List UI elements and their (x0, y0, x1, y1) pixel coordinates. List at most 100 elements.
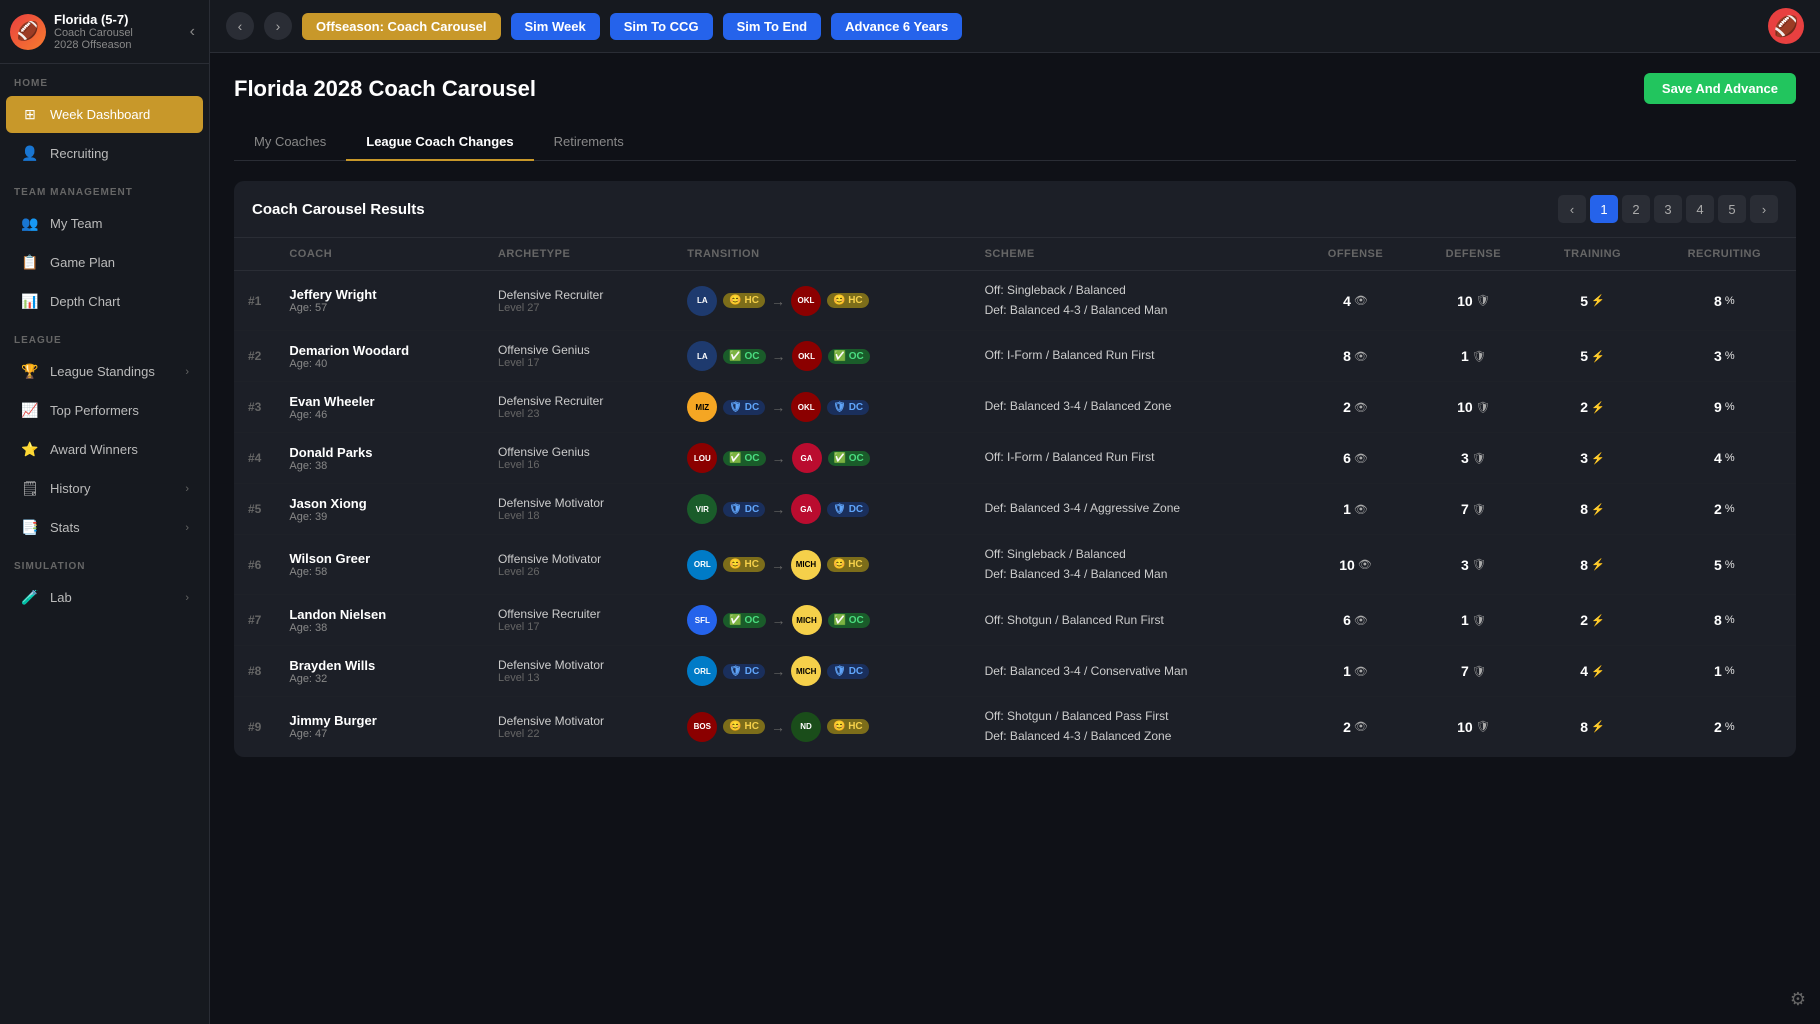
coach-name-cell: Landon Nielsen Age: 38 (275, 595, 484, 646)
to-team-badge: OKL (791, 392, 821, 422)
team-name: Florida (5-7) (54, 12, 186, 27)
table-row[interactable]: #9 Jimmy Burger Age: 47 Defensive Motiva… (234, 697, 1796, 757)
pagination-page-3[interactable]: 3 (1654, 195, 1682, 223)
sidebar-item-label: History (50, 481, 185, 496)
arrow-icon: → (771, 719, 785, 735)
table-row[interactable]: #7 Landon Nielsen Age: 38 Offensive Recr… (234, 595, 1796, 646)
offense-cell: 1 👁 (1297, 646, 1415, 697)
offense-rating: 4 (1343, 293, 1351, 309)
row-number: #4 (234, 433, 275, 484)
sidebar-header: 🏈 Florida (5-7) Coach Carousel 2028 Offs… (0, 0, 209, 64)
sidebar-item-top-performers[interactable]: 📈 Top Performers (6, 392, 203, 429)
sidebar-item-award-winners[interactable]: ⭐ Award Winners (6, 431, 203, 468)
chevron-right-icon: › (185, 483, 189, 495)
shield-icon: 🛡 (1476, 720, 1490, 733)
coach-name: Jeffery Wright (289, 287, 470, 302)
defense-cell: 7 🛡 (1414, 484, 1532, 535)
to-role-badge: 😊 HC (827, 557, 869, 572)
shield-icon: 🛡 (1472, 503, 1486, 516)
tab-retirements[interactable]: Retirements (534, 124, 644, 161)
scheme-cell: Off: Shotgun / Balanced Run First (971, 595, 1297, 646)
save-advance-button[interactable]: Save And Advance (1644, 73, 1796, 104)
defense-cell: 10 🛡 (1414, 271, 1532, 331)
from-role-badge: ✅ OC (723, 451, 765, 466)
training-cell: 5 ⚡ (1532, 331, 1652, 382)
archetype-level: Level 26 (498, 566, 659, 578)
sidebar-item-league-standings[interactable]: 🏆 League Standings › (6, 353, 203, 390)
coach-table: Coach Archetype Transition Scheme Offens… (234, 238, 1796, 757)
section-sim-label: SIMULATION (0, 547, 209, 578)
recruiting-cell: 1 % (1653, 646, 1796, 697)
nav-forward-button[interactable]: › (264, 12, 292, 40)
training-rating: 2 (1580, 399, 1588, 415)
tab-league-coach-changes[interactable]: League Coach Changes (346, 124, 533, 161)
pagination-next[interactable]: › (1750, 195, 1778, 223)
table-row[interactable]: #8 Brayden Wills Age: 32 Defensive Motiv… (234, 646, 1796, 697)
sim-week-button[interactable]: Sim Week (511, 13, 600, 40)
archetype-cell: Offensive Genius Level 16 (484, 433, 673, 484)
season-mode-button[interactable]: Offseason: Coach Carousel (302, 13, 501, 40)
coach-name: Donald Parks (289, 445, 470, 460)
row-number: #6 (234, 535, 275, 595)
scheme-cell: Def: Balanced 3-4 / Balanced Zone (971, 382, 1297, 433)
from-team-badge: ORL (687, 656, 717, 686)
scheme-cell: Off: Singleback / BalancedDef: Balanced … (971, 271, 1297, 331)
bolt-icon: ⚡ (1591, 350, 1605, 363)
table-row[interactable]: #5 Jason Xiong Age: 39 Defensive Motivat… (234, 484, 1796, 535)
sidebar-item-lab[interactable]: 🧪 Lab › (6, 579, 203, 616)
table-row[interactable]: #2 Demarion Woodard Age: 40 Offensive Ge… (234, 331, 1796, 382)
sidebar-item-week-dashboard[interactable]: ⊞ Week Dashboard (6, 96, 203, 133)
bolt-icon: ⚡ (1591, 452, 1605, 465)
sidebar-collapse-button[interactable]: ‹ (186, 19, 199, 45)
percent-icon: % (1725, 614, 1735, 626)
percent-icon: % (1725, 350, 1735, 362)
recruiting-cell: 2 % (1653, 697, 1796, 757)
pagination-page-2[interactable]: 2 (1622, 195, 1650, 223)
col-archetype: Archetype (484, 238, 673, 271)
sidebar-item-label: My Team (50, 216, 189, 231)
sidebar-item-stats[interactable]: 📑 Stats › (6, 509, 203, 546)
defense-cell: 1 🛡 (1414, 595, 1532, 646)
pagination-prev[interactable]: ‹ (1558, 195, 1586, 223)
pagination-page-5[interactable]: 5 (1718, 195, 1746, 223)
sidebar-item-my-team[interactable]: 👥 My Team (6, 205, 203, 242)
from-team-badge: VIR (687, 494, 717, 524)
sidebar-item-recruiting[interactable]: 👤 Recruiting (6, 135, 203, 172)
percent-icon: % (1725, 452, 1735, 464)
archetype-name: Defensive Motivator (498, 496, 659, 510)
arrow-icon: → (772, 450, 786, 466)
tab-my-coaches[interactable]: My Coaches (234, 124, 346, 161)
table-row[interactable]: #6 Wilson Greer Age: 58 Offensive Motiva… (234, 535, 1796, 595)
eye-icon: 👁 (1354, 350, 1368, 363)
sim-ccg-button[interactable]: Sim To CCG (610, 13, 713, 40)
pagination-page-1[interactable]: 1 (1590, 195, 1618, 223)
page-content: Florida 2028 Coach Carousel Save And Adv… (210, 53, 1820, 1024)
to-team-badge: ND (791, 712, 821, 742)
table-row[interactable]: #3 Evan Wheeler Age: 46 Defensive Recrui… (234, 382, 1796, 433)
table-row[interactable]: #4 Donald Parks Age: 38 Offensive Genius… (234, 433, 1796, 484)
main-content: ‹ › Offseason: Coach Carousel Sim Week S… (210, 0, 1820, 1024)
scheme-cell: Off: I-Form / Balanced Run First (971, 433, 1297, 484)
recruiting-cell: 5 % (1653, 535, 1796, 595)
nav-back-button[interactable]: ‹ (226, 12, 254, 40)
to-team-badge: MICH (791, 550, 821, 580)
sidebar-item-history[interactable]: 🗒 History › (6, 470, 203, 507)
sidebar-item-game-plan[interactable]: 📋 Game Plan (6, 244, 203, 281)
table-row[interactable]: #1 Jeffery Wright Age: 57 Defensive Recr… (234, 271, 1796, 331)
row-number: #7 (234, 595, 275, 646)
pagination-page-4[interactable]: 4 (1686, 195, 1714, 223)
gameplan-icon: 📋 (20, 254, 40, 271)
advance-button[interactable]: Advance 6 Years (831, 13, 962, 40)
sim-end-button[interactable]: Sim To End (723, 13, 822, 40)
defense-rating: 1 (1461, 612, 1469, 628)
sidebar-item-depth-chart[interactable]: 📊 Depth Chart (6, 283, 203, 320)
eye-icon: 👁 (1354, 452, 1368, 465)
offense-rating: 6 (1343, 612, 1351, 628)
settings-icon[interactable]: ⚙ (1790, 989, 1806, 1010)
coach-name-cell: Donald Parks Age: 38 (275, 433, 484, 484)
archetype-name: Offensive Motivator (498, 552, 659, 566)
recruiting-cell: 4 % (1653, 433, 1796, 484)
eye-icon: 👁 (1354, 720, 1368, 733)
eye-icon: 👁 (1354, 614, 1368, 627)
eye-icon: 👁 (1354, 294, 1368, 307)
